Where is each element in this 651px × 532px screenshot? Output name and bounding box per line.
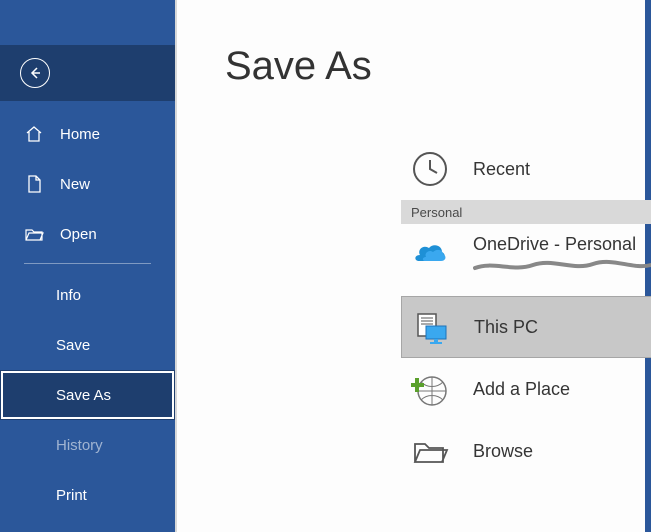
new-document-icon [24, 174, 44, 194]
page-title: Save As [177, 0, 651, 89]
home-icon [24, 124, 44, 144]
nav-history[interactable]: History [0, 420, 175, 470]
nav-label: Home [60, 126, 100, 143]
backstage-sidebar: Home New Open Info Save Save As History [0, 0, 175, 532]
nav-save-as[interactable]: Save As [0, 370, 175, 420]
this-pc-icon [412, 308, 450, 346]
back-arrow-icon [20, 58, 50, 88]
onedrive-cloud-icon [411, 234, 449, 272]
nav-open[interactable]: Open [0, 209, 175, 259]
location-add-place[interactable]: Add a Place [401, 358, 651, 420]
nav-new[interactable]: New [0, 159, 175, 209]
nav-label: History [56, 437, 103, 454]
back-button-row[interactable] [0, 45, 175, 101]
location-label: Recent [473, 159, 530, 180]
redacted-account-icon [473, 259, 651, 273]
nav-label: New [60, 176, 90, 193]
nav-label: Open [60, 226, 97, 243]
location-onedrive[interactable]: OneDrive - Personal [401, 224, 651, 296]
location-label: This PC [474, 317, 538, 338]
locations-panel: Recent Personal OneDrive - Personal [401, 138, 651, 482]
nav-label: Info [56, 287, 81, 304]
nav-divider [24, 263, 151, 264]
nav-label: Save [56, 337, 90, 354]
nav-save[interactable]: Save [0, 320, 175, 370]
browse-folder-icon [411, 432, 449, 470]
clock-icon [411, 150, 449, 188]
onedrive-text-group: OneDrive - Personal [473, 234, 651, 273]
nav-label: Print [56, 487, 87, 504]
main-panel: Save As Recent Personal OneDrive - Perso… [175, 0, 651, 532]
nav-print[interactable]: Print [0, 470, 175, 520]
location-label: Browse [473, 441, 533, 462]
nav-list: Home New Open Info Save Save As History [0, 101, 175, 520]
open-folder-icon [24, 224, 44, 244]
nav-label: Save As [56, 387, 111, 404]
location-label: OneDrive - Personal [473, 234, 651, 255]
add-place-icon [411, 370, 449, 408]
location-this-pc[interactable]: This PC [401, 296, 651, 358]
section-header-personal: Personal [401, 200, 651, 224]
location-browse[interactable]: Browse [401, 420, 651, 482]
location-label: Add a Place [473, 379, 570, 400]
location-recent[interactable]: Recent [401, 138, 651, 200]
nav-info[interactable]: Info [0, 270, 175, 320]
sidebar-top-spacer [0, 0, 175, 45]
nav-home[interactable]: Home [0, 109, 175, 159]
